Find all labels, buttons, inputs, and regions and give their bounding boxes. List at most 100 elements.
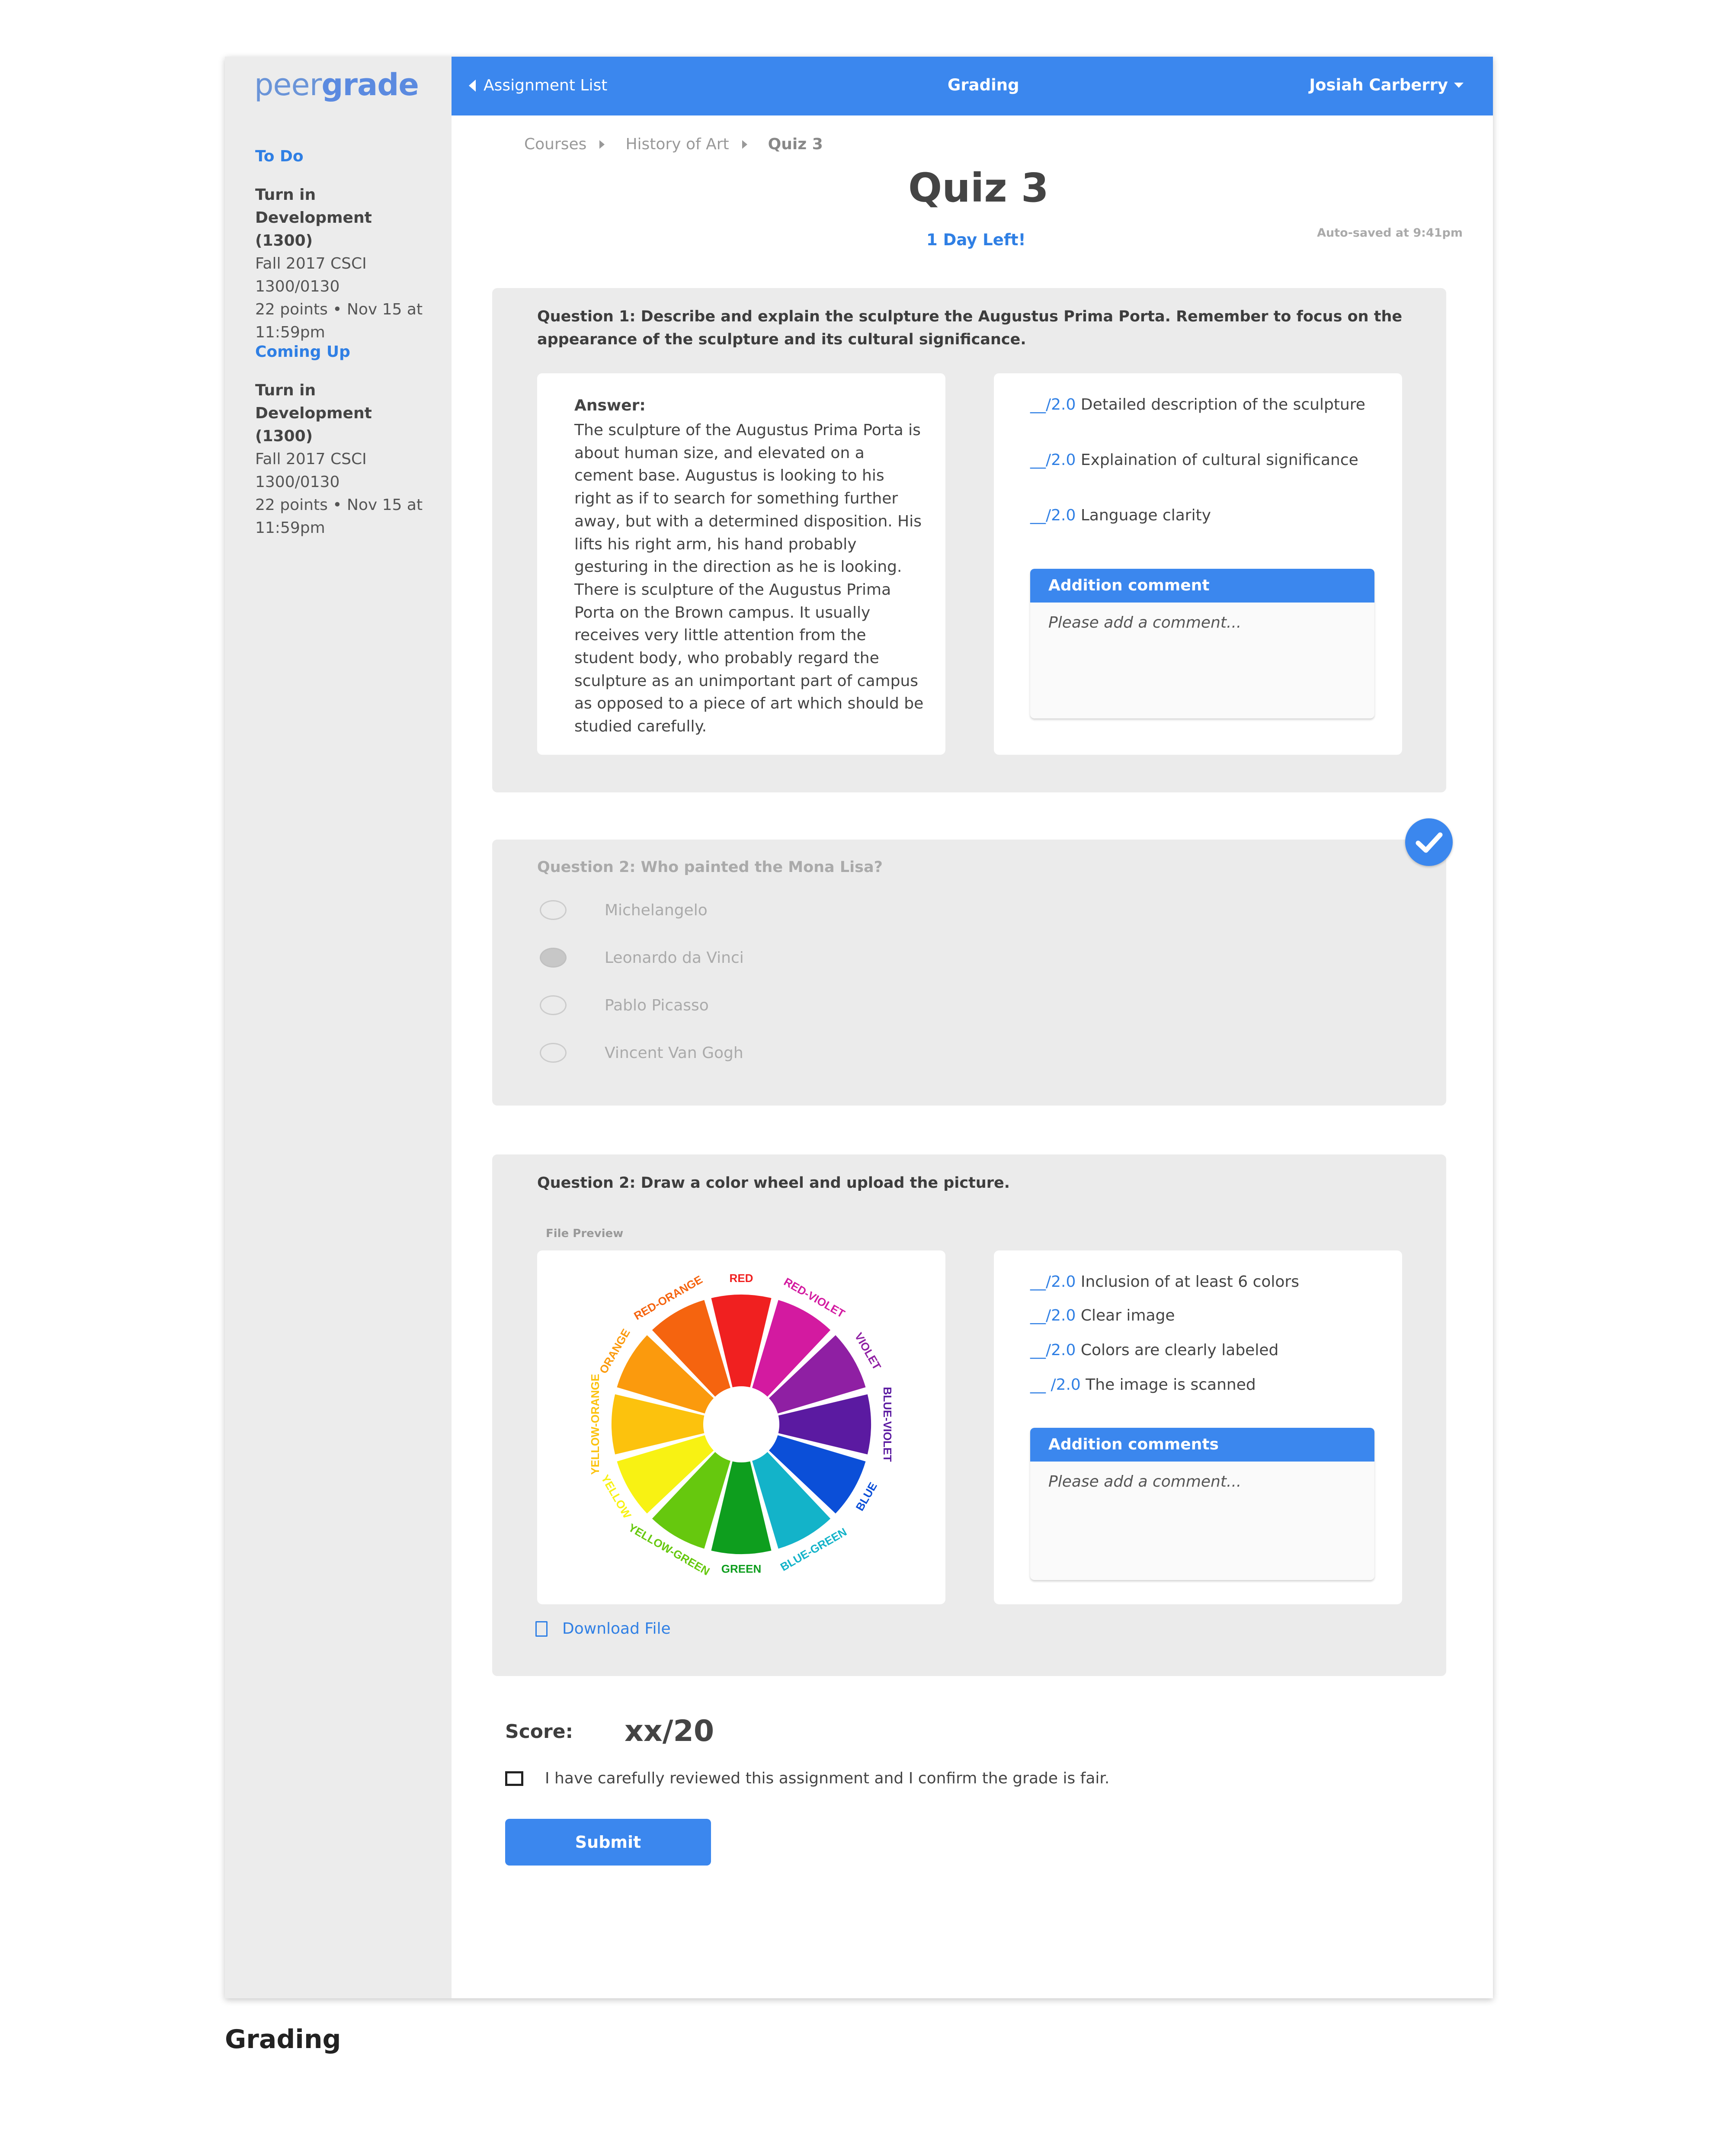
rubric-score-input[interactable]: __/2.0 [1030,1341,1076,1359]
page-title: Quiz 3 [908,165,1049,211]
autosave-status: Auto-saved at 9:41pm [1317,226,1463,240]
question-1-card: Question 1: Describe and explain the scu… [492,288,1446,792]
rubric-score-input[interactable]: __/2.0 [1030,1273,1076,1291]
todo-section: To Do Turn in Development (1300) Fall 20… [255,147,437,344]
option-label: Pablo Picasso [605,996,709,1014]
top-bar: Assignment List Grading Josiah Carberry [452,57,1493,115]
todo-item-title: Turn in Development [255,186,372,227]
coming-up-item-time: 11:59pm [255,519,325,537]
breadcrumb-history-of-art[interactable]: History of Art [625,135,729,153]
coming-up-item-section: 1300/0130 [255,473,340,491]
rubric-item[interactable]: __/2.0 Inclusion of at least 6 colors [1030,1273,1299,1291]
breadcrumb-chevron-icon [599,140,605,149]
confirm-checkbox[interactable] [505,1771,523,1786]
comment-header: Addition comments [1030,1428,1374,1462]
rubric-score-input[interactable]: __/2.0 [1030,1307,1076,1324]
answer-panel: Answer: The sculpture of the Augustus Pr… [537,373,945,755]
rubric-item[interactable]: __ /2.0 The image is scanned [1030,1376,1256,1394]
todo-heading: To Do [255,147,304,165]
rubric-label: Language clarity [1080,506,1211,524]
comment-header: Addition comment [1030,569,1374,603]
back-arrow-icon [469,79,476,92]
coming-up-section: Coming Up Turn in Development (1300) Fal… [255,343,437,539]
todo-item-time: 11:59pm [255,324,325,341]
file-preview-label: File Preview [546,1227,624,1240]
answer-text: The sculpture of the Augustus Prima Port… [574,421,924,736]
rubric-panel: __/2.0 Inclusion of at least 6 colors __… [994,1250,1402,1604]
topbar-title: Grading [948,76,1019,94]
confirm-text: I have carefully reviewed this assignmen… [545,1770,1110,1787]
submit-button[interactable]: Submit [505,1819,711,1866]
breadcrumb: Courses History of Art Quiz 3 [524,135,823,153]
color-wheel-label: YELLOW-ORANGE [589,1374,602,1475]
rubric-item[interactable]: __/2.0 Clear image [1030,1307,1175,1324]
color-wheel-label: GREEN [721,1562,761,1575]
comment-box: Addition comment Please add a comment... [1030,569,1374,718]
comment-input[interactable]: Please add a comment... [1030,1462,1374,1502]
coming-up-item[interactable]: Turn in Development (1300) Fall 2017 CSC… [255,379,437,539]
option-label: Leonardo da Vinci [605,949,744,967]
rubric-score-input[interactable]: __/2.0 [1030,506,1076,524]
question-2-card: Question 2: Who painted the Mona Lisa? M… [492,840,1446,1106]
rubric-item[interactable]: __/2.0 Colors are clearly labeled [1030,1341,1278,1359]
comment-box: Addition comments Please add a comment..… [1030,1428,1374,1580]
question-1-text: Question 1: Describe and explain the scu… [537,308,1403,348]
question-3-card: Question 2: Draw a color wheel and uploa… [492,1154,1446,1676]
option-michelangelo[interactable]: Michelangelo [540,900,708,920]
radio-button-selected[interactable] [540,948,567,968]
rubric-score-input[interactable]: __/2.0 [1030,451,1076,469]
score-label: Score: [505,1721,573,1743]
download-file-label: Download File [562,1620,671,1638]
coming-up-item-title: Turn in Development [255,381,372,422]
coming-up-heading: Coming Up [255,343,350,361]
page-caption: Grading [225,2024,341,2055]
rubric-label: Detailed description of the sculpture [1080,396,1365,414]
radio-button[interactable] [540,995,567,1015]
rubric-label: Explaination of cultural significance [1080,451,1358,469]
coming-up-item-points: 22 points • Nov 15 at [255,496,423,514]
deadline-notice: 1 Day Left! [926,231,1026,249]
coming-up-item-course: Fall 2017 CSCI [255,450,367,468]
radio-button[interactable] [540,900,567,920]
rubric-score-input[interactable]: __/2.0 [1030,396,1076,414]
breadcrumb-chevron-icon [742,140,747,149]
breadcrumb-current: Quiz 3 [768,135,823,153]
color-wheel-label: BLUE [853,1480,879,1513]
rubric-label: Colors are clearly labeled [1080,1341,1279,1359]
score-value: xx/20 [625,1714,714,1748]
peergrade-logo[interactable]: peergrade [254,67,419,103]
todo-item[interactable]: Turn in Development (1300) Fall 2017 CSC… [255,183,437,344]
caret-down-icon [1454,82,1464,88]
option-vincent-van-gogh[interactable]: Vincent Van Gogh [540,1043,743,1063]
sidebar: peergrade To Do Turn in Development (130… [225,57,452,1998]
color-wheel-label: BLUE-VIOLET [881,1387,894,1462]
rubric-label: The image is scanned [1086,1376,1256,1394]
color-wheel-image: RED RED-VIOLETVIOLETBLUE-VIOLETBLUEBLUE-G… [589,1272,894,1578]
rubric-score-input[interactable]: __ /2.0 [1030,1376,1081,1394]
assignment-list-label: Assignment List [484,77,608,94]
option-leonardo-da-vinci[interactable]: Leonardo da Vinci [540,948,744,968]
rubric-item[interactable]: __/2.0 Language clarity [1030,506,1211,524]
radio-button[interactable] [540,1043,567,1063]
option-pablo-picasso[interactable]: Pablo Picasso [540,995,709,1015]
rubric-item[interactable]: __/2.0 Detailed description of the sculp… [1030,396,1365,414]
checkmark-circle-icon [1405,818,1453,866]
confirm-grade-row[interactable]: I have carefully reviewed this assignmen… [505,1770,1109,1787]
logo-prefix: peer [254,67,322,103]
rubric-label: Inclusion of at least 6 colors [1080,1273,1299,1291]
todo-item-section: 1300/0130 [255,278,340,295]
todo-item-course: Fall 2017 CSCI [255,255,367,272]
coming-up-item-code: (1300) [255,427,313,445]
user-name: Josiah Carberry [1309,76,1448,94]
comment-input[interactable]: Please add a comment... [1030,603,1374,643]
breadcrumb-courses[interactable]: Courses [524,135,586,153]
rubric-panel: __/2.0 Detailed description of the sculp… [994,373,1402,755]
download-file-link[interactable]: Download File [535,1620,671,1638]
option-label: Vincent Van Gogh [605,1044,743,1062]
question-3-text: Question 2: Draw a color wheel and uploa… [537,1174,1010,1192]
rubric-item[interactable]: __/2.0 Explaination of cultural signific… [1030,451,1358,469]
assignment-list-link[interactable]: Assignment List [469,77,607,94]
user-menu[interactable]: Josiah Carberry [1309,76,1464,94]
file-preview-panel: RED RED-VIOLET VIOLET BLUE-VIOLET BLUE BLUE-G… [537,1250,945,1604]
todo-item-points: 22 points • Nov 15 at [255,301,423,318]
